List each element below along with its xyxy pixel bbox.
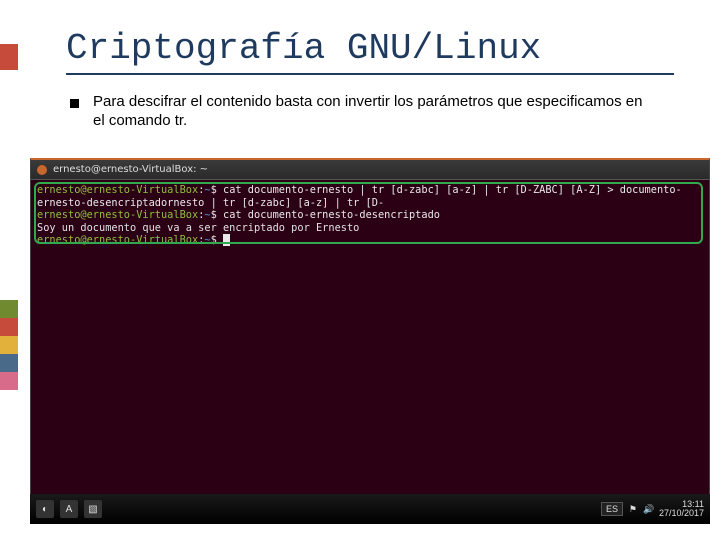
terminal-line: ernesto@ernesto-VirtualBox:~$ cat docume… [37, 184, 703, 209]
pdf-app-icon[interactable]: A [60, 500, 78, 518]
speaker-icon[interactable]: 🔊 [643, 503, 655, 515]
command-text: $ cat documento-ernesto-desencriptado [211, 209, 440, 221]
slide-title: Criptografía GNU/Linux [66, 28, 674, 69]
clock[interactable]: 13:11 27/10/2017 [659, 500, 704, 519]
side-tab-accent [0, 44, 18, 70]
vm-window: ernesto@ernesto-VirtualBox: ~ ernesto@er… [30, 158, 710, 524]
terminal-line: ernesto@ernesto-VirtualBox:~$ cat docume… [37, 209, 703, 222]
close-icon[interactable] [37, 165, 47, 175]
prompt-user: ernesto@ernesto-VirtualBox [37, 234, 198, 246]
bullet-item: Para descifrar el contenido basta con in… [66, 93, 674, 131]
flag-icon[interactable]: ⚑ [627, 503, 639, 515]
terminal-title: ernesto@ernesto-VirtualBox: ~ [53, 164, 208, 175]
prompt-user: ernesto@ernesto-VirtualBox [37, 184, 198, 196]
bullet-marker [70, 99, 79, 108]
virtualbox-icon[interactable]: ▧ [84, 500, 102, 518]
terminal-line: ernesto@ernesto-VirtualBox:~$ [37, 234, 703, 247]
terminal-body[interactable]: ernesto@ernesto-VirtualBox:~$ cat docume… [31, 180, 709, 503]
lang-indicator[interactable]: ES [601, 502, 623, 516]
title-rule [66, 73, 674, 75]
side-color-stack [0, 300, 18, 390]
clock-date: 27/10/2017 [659, 509, 704, 518]
output-text: Soy un documento que va a ser encriptado… [37, 222, 359, 234]
terminal-titlebar[interactable]: ernesto@ernesto-VirtualBox: ~ [31, 160, 709, 180]
bullet-text: Para descifrar el contenido basta con in… [93, 93, 654, 131]
command-text: $ [211, 234, 223, 246]
host-taskbar: ◐ A ▧ ES ⚑ 🔊 13:11 27/10/2017 [30, 494, 710, 524]
cursor [223, 234, 230, 246]
start-icon[interactable]: ◐ [36, 500, 54, 518]
terminal-line: Soy un documento que va a ser encriptado… [37, 222, 703, 235]
system-tray: ES ⚑ 🔊 13:11 27/10/2017 [601, 500, 704, 519]
prompt-user: ernesto@ernesto-VirtualBox [37, 209, 198, 221]
